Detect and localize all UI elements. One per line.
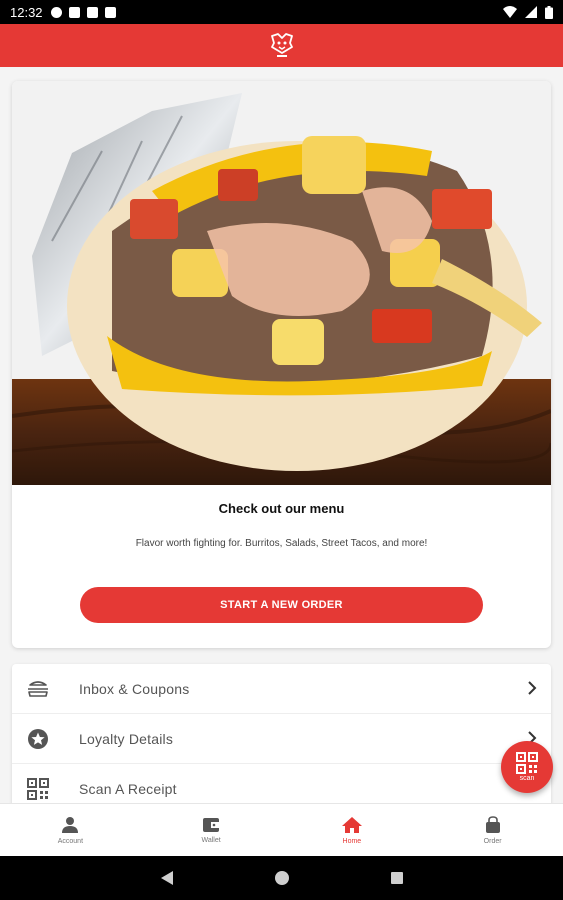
nav-item-account[interactable]: Account bbox=[0, 804, 141, 856]
notification-icons bbox=[50, 6, 116, 18]
wifi-icon bbox=[503, 6, 517, 18]
signal-icon bbox=[525, 6, 537, 18]
nav-item-wallet[interactable]: Wallet bbox=[141, 804, 282, 856]
qr-code-icon bbox=[516, 752, 538, 774]
start-new-order-button[interactable]: START A NEW ORDER bbox=[80, 587, 483, 623]
card-subtitle: Flavor worth fighting for. Burritos, Sal… bbox=[135, 538, 428, 549]
bottom-navigation: Account Wallet Home Order bbox=[0, 803, 563, 856]
nav-item-order[interactable]: Order bbox=[422, 804, 563, 856]
menu-item-label: Inbox & Coupons bbox=[79, 680, 190, 697]
menu-item-label: Loyalty Details bbox=[79, 730, 174, 747]
brand-logo-icon bbox=[270, 32, 293, 57]
card-title: Check out our menu bbox=[218, 501, 345, 516]
nav-label: Account bbox=[57, 837, 84, 845]
menu-item-inbox-coupons[interactable]: Inbox & Coupons bbox=[12, 664, 551, 714]
nav-label: Home bbox=[342, 837, 362, 845]
nav-label: Order bbox=[483, 837, 502, 845]
back-triangle-icon bbox=[160, 871, 173, 885]
status-bar: 12:32 bbox=[0, 0, 563, 24]
nav-label: Wallet bbox=[201, 836, 221, 844]
burrito-image bbox=[12, 81, 551, 485]
html5-icon bbox=[86, 6, 98, 18]
person-icon bbox=[62, 816, 79, 833]
menu-item-label: Scan A Receipt bbox=[79, 780, 177, 797]
home-content[interactable]: Check out our menu Flavor worth fighting… bbox=[0, 67, 563, 803]
menu-item-loyalty-details[interactable]: Loyalty Details bbox=[12, 714, 551, 764]
battery-icon bbox=[545, 5, 553, 19]
wallet-icon bbox=[203, 817, 220, 832]
star-icon bbox=[26, 727, 50, 751]
chevron-right-icon bbox=[528, 681, 537, 695]
home-icon bbox=[341, 816, 362, 833]
fab-label: scan bbox=[519, 775, 535, 782]
home-system-button[interactable] bbox=[274, 870, 290, 886]
home-circle-icon bbox=[274, 871, 289, 885]
recents-square-icon bbox=[390, 872, 403, 884]
system-navigation-bar bbox=[0, 856, 563, 900]
inbox-icon bbox=[26, 677, 50, 701]
status-time: 12:32 bbox=[10, 4, 43, 20]
bag-icon bbox=[485, 815, 500, 833]
scan-fab-button[interactable]: scan bbox=[501, 741, 553, 793]
sd-card-icon bbox=[104, 6, 116, 18]
menu-promo-card: Check out our menu Flavor worth fighting… bbox=[12, 81, 551, 648]
notification-icon bbox=[68, 6, 80, 18]
menu-item-scan-receipt[interactable]: Scan A Receipt bbox=[12, 764, 551, 803]
nav-item-home[interactable]: Home bbox=[282, 804, 423, 856]
app-bar bbox=[0, 24, 563, 67]
recents-button[interactable] bbox=[390, 871, 404, 885]
notification-icon bbox=[50, 6, 62, 18]
qr-code-icon bbox=[26, 777, 50, 801]
home-menu-list: Inbox & Coupons Loyalty Details Scan A R… bbox=[12, 664, 551, 803]
back-button[interactable] bbox=[160, 870, 174, 886]
